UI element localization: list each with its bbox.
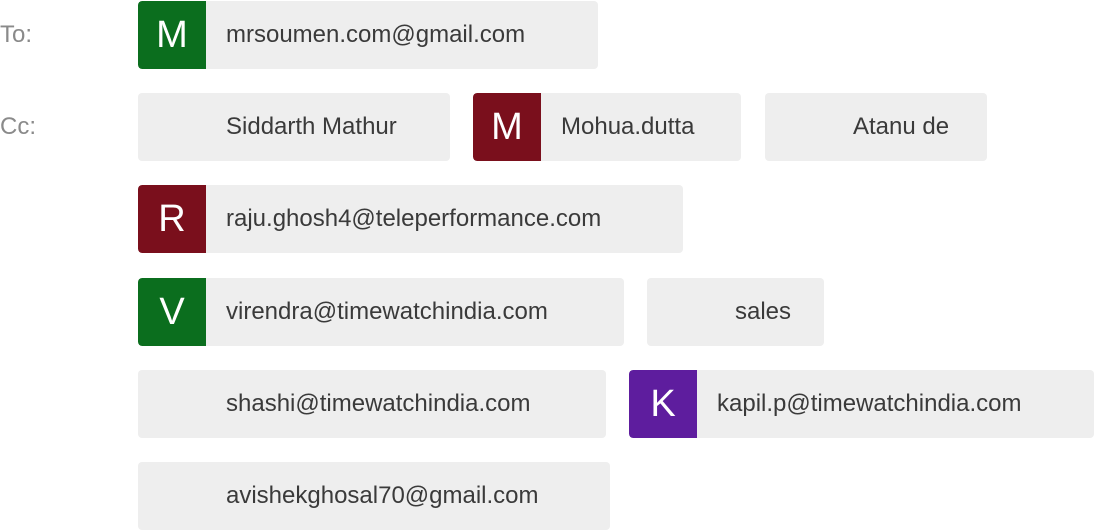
to-label: To: [0, 21, 33, 48]
recipient-text: avishekghosal70@gmail.com [226, 482, 539, 509]
cc-recipient-chip[interactable]: Siddarth Mathur [138, 93, 450, 161]
recipient-avatar: K [629, 370, 697, 438]
recipient-text: sales [735, 298, 792, 325]
recipient-avatar: R [138, 185, 206, 253]
recipient-avatar: M [138, 1, 206, 69]
recipient-text: shashi@timewatchindia.com [226, 390, 531, 417]
recipient-text: mrsoumen.com@gmail.com [226, 21, 526, 48]
recipient-text: Mohua.dutta [561, 113, 695, 140]
recipient-text: Atanu de [853, 113, 950, 140]
to-recipient-chip[interactable]: M mrsoumen.com@gmail.com [138, 1, 598, 69]
cc-recipient-chip[interactable]: K kapil.p@timewatchindia.com [629, 370, 1094, 438]
cc-recipient-chip[interactable]: V virendra@timewatchindia.com [138, 278, 624, 346]
recipient-text: raju.ghosh4@teleperformance.com [226, 205, 602, 232]
recipient-avatar: V [138, 278, 206, 346]
cc-label: Cc: [0, 113, 36, 140]
cc-recipient-chip[interactable]: Atanu de [765, 93, 987, 161]
cc-recipient-chip[interactable]: sales [647, 278, 824, 346]
recipient-text: kapil.p@timewatchindia.com [717, 390, 1022, 417]
recipient-text: virendra@timewatchindia.com [226, 298, 548, 325]
cc-recipient-chip[interactable]: M Mohua.dutta [473, 93, 741, 161]
recipient-text: Siddarth Mathur [226, 113, 397, 140]
cc-recipient-chip[interactable]: R raju.ghosh4@teleperformance.com [138, 185, 683, 253]
cc-recipient-chip[interactable]: shashi@timewatchindia.com [138, 370, 606, 438]
cc-recipient-chip[interactable]: avishekghosal70@gmail.com [138, 462, 610, 530]
recipient-avatar: M [473, 93, 541, 161]
